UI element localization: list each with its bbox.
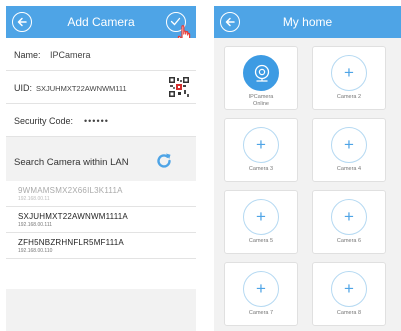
camera-status: Online — [253, 101, 269, 107]
camera-name: IPCamera Online — [225, 94, 297, 108]
camera-name-text: Camera 4 — [336, 166, 362, 172]
lan-camera-uid: 9WMAMSMX2X66IL3K111A — [18, 186, 123, 195]
camera-slot-card[interactable]: + Camera 3 — [224, 118, 298, 182]
webcam-icon — [243, 55, 279, 91]
refresh-icon[interactable] — [154, 151, 174, 171]
camera-name-text: Camera 2 — [336, 94, 362, 100]
lan-camera-item[interactable]: SXJUHMXT22AWNWM1111A 192.168.00.111 — [6, 207, 196, 233]
security-code-row: Security Code: •••••• — [6, 104, 196, 137]
lan-search-label: Search Camera within LAN — [14, 157, 129, 168]
camera-slot-card[interactable]: + Camera 2 — [312, 46, 386, 110]
uid-row: UID: SXJUHMXT22AWNWM111 — [6, 71, 196, 104]
lan-search-header: Search Camera within LAN — [6, 145, 196, 181]
plus-icon[interactable]: + — [243, 199, 279, 235]
lan-camera-uid: ZFH5NBZRHNFLR5MF111A — [18, 238, 124, 247]
uid-label: UID: — [14, 83, 32, 93]
lan-camera-item[interactable]: ZFH5NBZRHNFLR5MF111A 192.168.00.110 — [6, 233, 196, 259]
plus-icon[interactable]: + — [331, 271, 367, 307]
camera-name-text: Camera 5 — [248, 238, 274, 244]
add-camera-header: Add Camera — [6, 6, 196, 45]
camera-name-text: Camera 7 — [248, 310, 274, 316]
my-home-header: My home — [214, 6, 401, 38]
page-title: My home — [282, 15, 333, 29]
camera-slot-card[interactable]: + Camera 4 — [312, 118, 386, 182]
camera-name-text: Camera 8 — [336, 310, 362, 316]
camera-name: Camera 2 — [313, 94, 385, 101]
name-label: Name: — [14, 50, 41, 60]
camera-name: Camera 3 — [225, 166, 297, 173]
lan-camera-ip: 192.168.00.110 — [18, 248, 53, 254]
name-row: Name: IPCamera — [6, 38, 196, 71]
lan-camera-ip: 192.168.00.111 — [18, 222, 53, 228]
camera-name: Camera 8 — [313, 310, 385, 317]
camera-name: Camera 6 — [313, 238, 385, 245]
my-home-screen: My home IPCamera Online + Camera 2 + Camera 3… — [214, 6, 401, 331]
camera-card-online[interactable]: IPCamera Online — [224, 46, 298, 110]
camera-slot-card[interactable]: + Camera 6 — [312, 190, 386, 254]
plus-icon[interactable]: + — [331, 127, 367, 163]
camera-slot-card[interactable]: + Camera 8 — [312, 262, 386, 326]
list-filler — [6, 259, 196, 289]
lan-camera-list: 9WMAMSMX2X66IL3K111A 192.168.00.11 SXJUHMX… — [6, 181, 196, 259]
plus-icon[interactable]: + — [331, 199, 367, 235]
camera-name-text: Camera 6 — [336, 238, 362, 244]
camera-name: Camera 5 — [225, 238, 297, 245]
camera-name-text: IPCamera — [248, 94, 274, 100]
plus-icon[interactable]: + — [243, 271, 279, 307]
plus-icon[interactable]: + — [331, 55, 367, 91]
camera-slot-card[interactable]: + Camera 5 — [224, 190, 298, 254]
uid-field[interactable]: SXJUHMXT22AWNWM111 — [36, 84, 127, 93]
add-camera-screen: Add Camera Name: IPCamera UID: SXJUHMXT2… — [6, 6, 196, 331]
plus-icon[interactable]: + — [243, 127, 279, 163]
security-code-label: Security Code: — [14, 116, 74, 126]
lan-camera-uid: SXJUHMXT22AWNWM1111A — [18, 212, 128, 221]
camera-name-text: Camera 3 — [248, 166, 274, 172]
camera-name: Camera 7 — [225, 310, 297, 317]
security-code-field[interactable]: •••••• — [84, 116, 109, 126]
lan-camera-item[interactable]: 9WMAMSMX2X66IL3K111A 192.168.00.11 — [6, 181, 196, 207]
name-field[interactable]: IPCamera — [50, 50, 91, 60]
camera-name: Camera 4 — [313, 166, 385, 173]
lan-camera-ip: 192.168.00.11 — [18, 196, 50, 202]
camera-slot-card[interactable]: + Camera 7 — [224, 262, 298, 326]
qr-code-icon[interactable] — [168, 76, 190, 98]
